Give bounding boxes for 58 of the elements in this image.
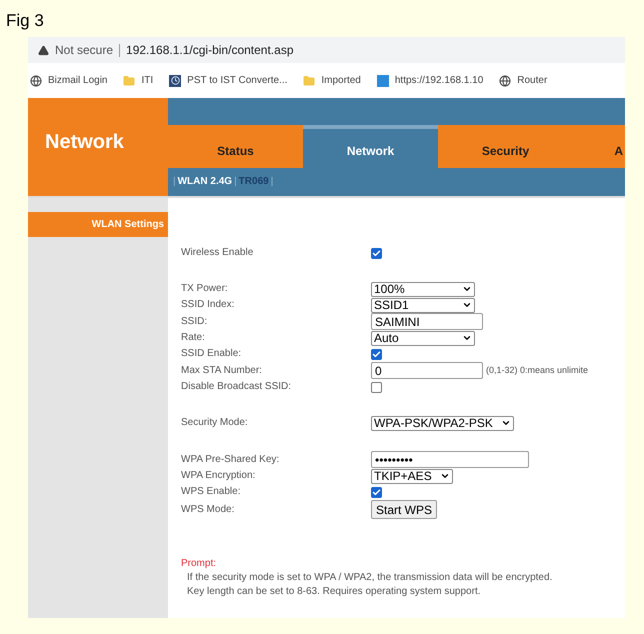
subnav-separator: | (234, 174, 237, 188)
globe-icon (499, 74, 512, 86)
bookmark[interactable]: https://192.168.1.10 (376, 73, 484, 88)
prompt-text: Key length can be set to 8-63. Requires operating system support. (186, 585, 482, 599)
bookmark[interactable]: PST to IST Converte... (169, 73, 288, 88)
password-field[interactable]: ••••••••• (371, 451, 529, 468)
prompt-text: If the security mode is set to WPA / WPA2, the transmission data will be encrypted. (186, 571, 554, 585)
field-label: WPA Encryption: (181, 471, 256, 481)
field-label: SSID Index: (181, 300, 236, 310)
chevron-down-icon (462, 333, 472, 343)
checkbox[interactable] (371, 348, 382, 360)
field-label: TX Power: (181, 284, 229, 294)
field-label: Max STA Number: (181, 366, 263, 376)
subnav-link[interactable]: WLAN 2.4G (178, 174, 232, 188)
address-bar[interactable]: Not secure 192.168.1.1/cgi-bin/content.asp (28, 37, 625, 63)
chevron-down-icon (500, 418, 511, 428)
logo-text: Network (45, 130, 124, 155)
warning-icon (38, 44, 49, 56)
field-label: SSID: (181, 316, 208, 326)
dropdown[interactable]: WPA-PSK/WPA2-PSK (371, 416, 514, 430)
dropdown[interactable]: SSID1 (371, 298, 475, 312)
field-label: WPS Enable: (181, 487, 242, 497)
dropdown[interactable]: Auto (371, 330, 475, 346)
subnav-separator: | (270, 174, 274, 188)
field-label: Rate: (181, 333, 206, 343)
nav-tab[interactable]: A (573, 125, 625, 168)
field-label: WPS Mode: (181, 504, 236, 514)
clock-icon (169, 74, 182, 86)
field-label: SSID Enable: (181, 349, 242, 359)
field-label: WPA Pre-Shared Key: (181, 454, 280, 464)
checkbox[interactable] (371, 486, 382, 498)
dropdown[interactable]: TKIP+AES (371, 468, 453, 484)
security-label: Not secure (55, 42, 114, 59)
field-label: Security Mode: (181, 418, 249, 428)
bookmark[interactable]: Router (499, 73, 548, 88)
url-text: 192.168.1.1/cgi-bin/content.asp (126, 42, 294, 59)
subnav-separator: | (173, 174, 176, 188)
field-label: Disable Broadcast SSID: (181, 382, 292, 392)
checkbox[interactable] (371, 248, 382, 258)
folder-icon (123, 74, 136, 86)
input-field[interactable]: 0 (371, 362, 483, 379)
dropdown[interactable]: 100% (371, 282, 475, 296)
field-hint: (0,1-32) 0:means unlimite (486, 364, 588, 377)
bookmark[interactable]: ITI (123, 73, 154, 88)
bookmark[interactable]: Bizmail Login (30, 73, 108, 88)
nav-tab[interactable]: Security (438, 125, 573, 168)
app-icon (376, 74, 389, 86)
bookmark[interactable]: Imported (303, 73, 361, 88)
start-wps-button[interactable]: Start WPS (371, 500, 438, 519)
chevron-down-icon (440, 471, 450, 481)
input-field[interactable]: SAIMINI (371, 313, 483, 330)
field-label: Wireless Enable (181, 248, 254, 258)
prompt-title: Prompt: (181, 557, 218, 571)
figure-label: Fig 3 (6, 10, 44, 32)
folder-icon (303, 74, 316, 86)
checkbox[interactable] (371, 382, 382, 392)
nav-tab[interactable]: Status (168, 125, 303, 168)
globe-icon (30, 74, 42, 86)
